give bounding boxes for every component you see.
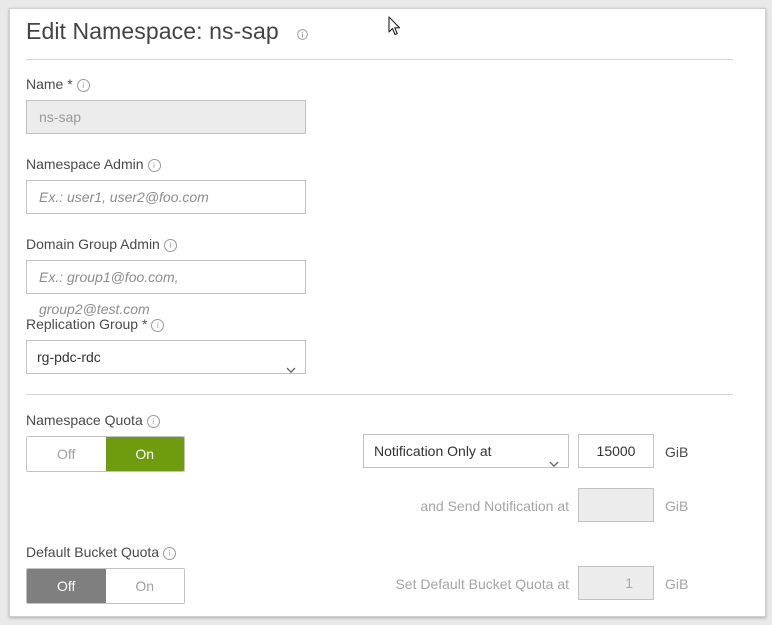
- send-notification-unit: GiB: [665, 498, 689, 514]
- default-bucket-quota-off-button[interactable]: Off: [27, 569, 106, 603]
- name-label: Name * i: [26, 76, 90, 92]
- default-bucket-quota-label: Default Bucket Quota i: [26, 544, 177, 560]
- notification-mode-value: Notification Only at: [374, 443, 492, 459]
- namespace-quota-on-button[interactable]: On: [105, 437, 184, 471]
- default-bucket-quota-input: 1: [578, 566, 654, 600]
- namespace-admin-field[interactable]: Ex.: user1, user2@foo.com: [26, 180, 306, 214]
- replication-group-label: Replication Group * i: [26, 316, 165, 332]
- replication-group-select[interactable]: rg-pdc-rdc: [26, 340, 306, 374]
- replication-group-value: rg-pdc-rdc: [37, 349, 101, 365]
- title-info-icon[interactable]: [297, 27, 308, 45]
- default-bucket-quota-info-icon[interactable]: i: [163, 547, 177, 560]
- send-notification-input: [578, 488, 654, 522]
- namespace-admin-info-icon[interactable]: i: [147, 159, 161, 172]
- chevron-down-icon: [286, 353, 296, 385]
- namespace-admin-label: Namespace Admin i: [26, 156, 161, 172]
- namespace-quota-info-icon[interactable]: i: [146, 415, 160, 428]
- domain-group-admin-label: Domain Group Admin i: [26, 236, 177, 252]
- notification-quota-input[interactable]: 15000: [578, 434, 654, 468]
- edit-namespace-dialog: Edit Namespace: ns-sap Name * i ns-sap Na…: [9, 8, 766, 617]
- default-bucket-quota-toggle: Off On: [26, 568, 185, 604]
- set-default-bucket-quota-label: Set Default Bucket Quota at: [395, 576, 569, 592]
- send-notification-label: and Send Notification at: [420, 498, 569, 514]
- namespace-quota-toggle: Off On: [26, 436, 185, 472]
- notification-quota-unit: GiB: [665, 444, 689, 460]
- mouse-pointer-icon: [388, 16, 401, 41]
- default-bucket-quota-unit: GiB: [665, 576, 689, 592]
- namespace-quota-off-button[interactable]: Off: [27, 437, 106, 471]
- name-field: ns-sap: [26, 100, 306, 134]
- replication-group-info-icon[interactable]: i: [151, 319, 165, 332]
- header-divider: [26, 59, 733, 60]
- notification-mode-select[interactable]: Notification Only at: [363, 434, 569, 468]
- domain-group-admin-info-icon[interactable]: i: [163, 239, 177, 252]
- chevron-down-icon: [549, 447, 559, 479]
- name-info-icon[interactable]: i: [76, 79, 90, 92]
- section-divider: [26, 394, 733, 395]
- domain-group-admin-field[interactable]: Ex.: group1@foo.com, group2@test.com: [26, 260, 306, 317]
- default-bucket-quota-on-button[interactable]: On: [105, 569, 184, 603]
- namespace-quota-label: Namespace Quota i: [26, 412, 160, 428]
- page-title: Edit Namespace: ns-sap: [26, 18, 279, 44]
